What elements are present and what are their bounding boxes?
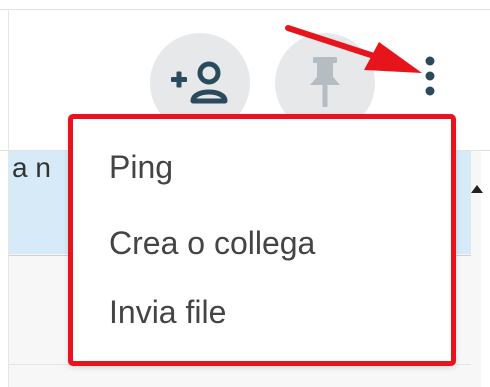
screenshot-root: a n Ping Crea o collega Invia file	[0, 0, 490, 387]
menu-item-ping[interactable]: Ping	[109, 150, 173, 184]
menu-item-create-or-link[interactable]: Crea o collega	[109, 226, 315, 260]
overflow-menu: Ping Crea o collega Invia file	[68, 114, 456, 366]
top-divider	[0, 9, 490, 10]
menu-item-send-file[interactable]: Invia file	[109, 295, 226, 329]
partially-hidden-text: a n	[12, 152, 51, 183]
scroll-up-arrow-icon[interactable]	[471, 185, 483, 193]
add-user-icon	[169, 60, 231, 107]
annotation-arrow-icon	[285, 25, 422, 73]
